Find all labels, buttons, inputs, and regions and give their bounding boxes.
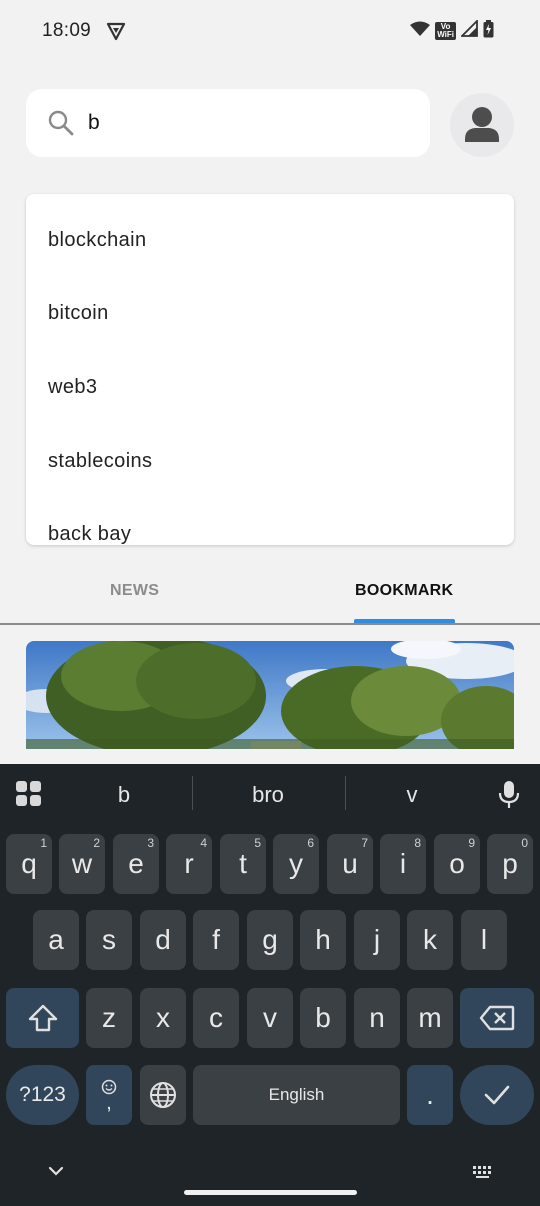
key-r[interactable]: r4 bbox=[166, 834, 212, 894]
search-icon bbox=[48, 110, 74, 136]
news-image[interactable] bbox=[26, 641, 514, 749]
emoji-comma-key[interactable]: , bbox=[86, 1065, 132, 1125]
mic-icon[interactable] bbox=[497, 780, 521, 810]
key-j[interactable]: j bbox=[354, 910, 400, 970]
status-bar: 18:09 Vo WiFi bbox=[0, 0, 540, 62]
key-m[interactable]: m bbox=[407, 988, 453, 1048]
suggestion-item[interactable]: bitcoin bbox=[48, 302, 109, 325]
check-icon bbox=[484, 1085, 510, 1105]
grid-icon[interactable] bbox=[16, 781, 42, 807]
globe-icon bbox=[150, 1082, 176, 1108]
enter-key[interactable] bbox=[460, 1065, 534, 1125]
suggestion-item[interactable]: web3 bbox=[48, 376, 97, 399]
key-d[interactable]: d bbox=[140, 910, 186, 970]
key-u[interactable]: u7 bbox=[327, 834, 373, 894]
suggestion-item[interactable]: stablecoins bbox=[48, 450, 152, 473]
backspace-key[interactable] bbox=[460, 988, 534, 1048]
key-t[interactable]: t5 bbox=[220, 834, 266, 894]
symbols-key[interactable]: ?123 bbox=[6, 1065, 79, 1125]
status-time: 18:09 bbox=[42, 20, 92, 41]
key-h[interactable]: h bbox=[300, 910, 346, 970]
key-e[interactable]: e3 bbox=[113, 834, 159, 894]
key-i[interactable]: i8 bbox=[380, 834, 426, 894]
divider bbox=[192, 776, 193, 810]
shift-key[interactable] bbox=[6, 988, 79, 1048]
keyboard-icon[interactable] bbox=[472, 1165, 494, 1179]
word-suggestion[interactable]: v bbox=[352, 782, 472, 808]
key-p[interactable]: p0 bbox=[487, 834, 533, 894]
key-k[interactable]: k bbox=[407, 910, 453, 970]
signal-icon bbox=[459, 18, 478, 42]
search-suggestions: blockchain bitcoin web3 stablecoins back… bbox=[26, 194, 514, 545]
search-input[interactable] bbox=[88, 107, 408, 139]
divider bbox=[345, 776, 346, 810]
avatar-icon bbox=[465, 107, 499, 142]
search-box[interactable] bbox=[26, 89, 430, 157]
key-y[interactable]: y6 bbox=[273, 834, 319, 894]
tab-news[interactable]: NEWS bbox=[110, 582, 159, 600]
wifi-icon bbox=[410, 21, 431, 42]
divider bbox=[0, 623, 540, 625]
key-a[interactable]: a bbox=[33, 910, 79, 970]
key-c[interactable]: c bbox=[193, 988, 239, 1048]
key-n[interactable]: n bbox=[354, 988, 400, 1048]
key-g[interactable]: g bbox=[247, 910, 293, 970]
key-s[interactable]: s bbox=[86, 910, 132, 970]
suggestion-item[interactable]: back bay bbox=[48, 523, 131, 545]
avatar[interactable] bbox=[450, 93, 514, 157]
word-suggestion[interactable]: b bbox=[64, 782, 184, 808]
key-w[interactable]: w2 bbox=[59, 834, 105, 894]
battery-icon bbox=[483, 19, 494, 43]
volte-badge: Vo WiFi bbox=[435, 22, 456, 40]
backspace-icon bbox=[479, 1005, 515, 1031]
key-b[interactable]: b bbox=[300, 988, 346, 1048]
key-z[interactable]: z bbox=[86, 988, 132, 1048]
home-indicator[interactable] bbox=[184, 1190, 357, 1195]
keyboard: b bro v q1 w2 e3 r4 t5 y6 u7 i8 o9 p0 a … bbox=[0, 764, 540, 1206]
tab-bar: NEWS BOOKMARK bbox=[0, 560, 540, 625]
key-l[interactable]: l bbox=[461, 910, 507, 970]
tab-bookmark[interactable]: BOOKMARK bbox=[355, 582, 453, 600]
period-key[interactable]: . bbox=[407, 1065, 453, 1125]
word-suggestion[interactable]: bro bbox=[208, 782, 328, 808]
key-f[interactable]: f bbox=[193, 910, 239, 970]
space-key[interactable]: English bbox=[193, 1065, 400, 1125]
key-o[interactable]: o9 bbox=[434, 834, 480, 894]
suggestion-item[interactable]: blockchain bbox=[48, 229, 147, 252]
chevron-down-icon[interactable] bbox=[46, 1164, 66, 1178]
language-key[interactable] bbox=[140, 1065, 186, 1125]
shift-icon bbox=[28, 1004, 57, 1032]
vpn-icon bbox=[106, 21, 126, 41]
key-q[interactable]: q1 bbox=[6, 834, 52, 894]
key-x[interactable]: x bbox=[140, 988, 186, 1048]
key-v[interactable]: v bbox=[247, 988, 293, 1048]
